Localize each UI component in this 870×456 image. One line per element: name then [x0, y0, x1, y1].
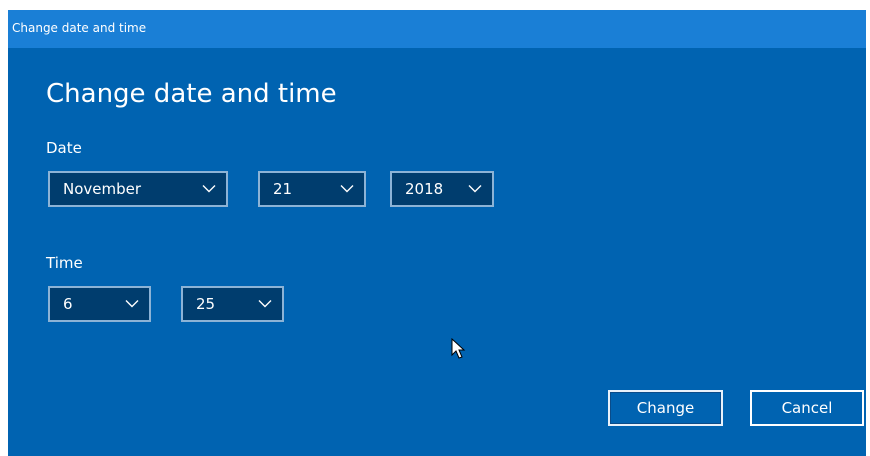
mouse-cursor-icon [451, 338, 467, 360]
chevron-down-icon [468, 184, 482, 193]
year-dropdown[interactable]: 2018 [390, 171, 494, 207]
chevron-down-icon [340, 184, 354, 193]
minute-dropdown[interactable]: 25 [181, 286, 284, 322]
hour-dropdown[interactable]: 6 [48, 286, 151, 322]
title-bar[interactable]: Change date and time [8, 10, 866, 48]
chevron-down-icon [202, 184, 216, 193]
day-value: 21 [273, 180, 293, 198]
window-title: Change date and time [12, 21, 147, 35]
year-value: 2018 [405, 180, 444, 198]
date-label: Date [46, 139, 82, 157]
chevron-down-icon [125, 299, 139, 308]
month-value: November [63, 180, 142, 198]
minute-value: 25 [196, 295, 216, 313]
change-button[interactable]: Change [608, 390, 723, 426]
cancel-button[interactable]: Cancel [750, 390, 864, 426]
time-label: Time [46, 254, 83, 272]
chevron-down-icon [258, 299, 272, 308]
day-dropdown[interactable]: 21 [258, 171, 366, 207]
hour-value: 6 [63, 295, 73, 313]
page-title: Change date and time [46, 79, 337, 109]
month-dropdown[interactable]: November [48, 171, 228, 207]
change-date-time-window: Change date and time Change date and tim… [8, 10, 866, 456]
